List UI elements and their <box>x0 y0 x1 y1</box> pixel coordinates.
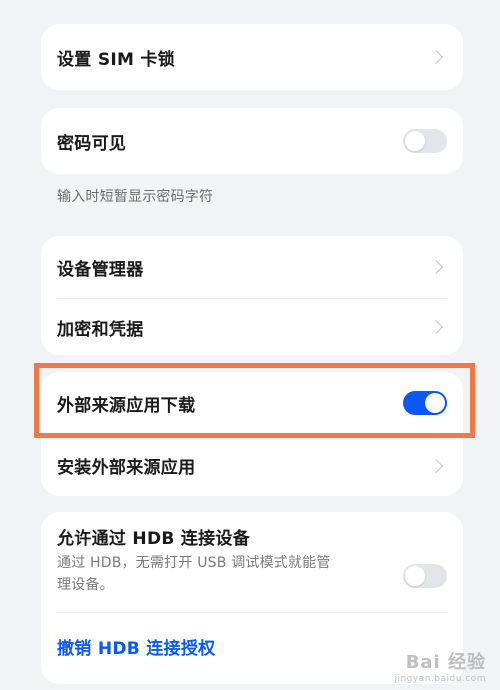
chevron-right-icon <box>428 259 444 275</box>
encryption-label: 加密和凭据 <box>57 319 144 340</box>
device-manager-label: 设备管理器 <box>57 259 144 280</box>
chevron-right-icon <box>428 319 444 335</box>
external-download-toggle[interactable] <box>403 391 447 415</box>
hdb-toggle[interactable] <box>403 564 447 588</box>
watermark: Bai 经验 jingyan.baidu.com <box>394 648 486 684</box>
hdb-row: 允许通过 HDB 连接设备 通过 HDB，无需打开 USB 调试模式就能管 理设… <box>57 526 447 614</box>
security-card: 设备管理器 加密和凭据 <box>41 236 463 355</box>
settings-page: 设置 SIM 卡锁 密码可见 输入时短暂显示密码字符 设备管理器 加密和凭据 外… <box>0 0 500 690</box>
hdb-label: 允许通过 HDB 连接设备 <box>57 529 251 549</box>
install-external-label: 安装外部来源应用 <box>57 458 196 478</box>
external-download-row: 外部来源应用下载 <box>41 372 463 434</box>
toggle-knob <box>425 393 445 413</box>
watermark-title: Bai 经验 <box>405 652 486 673</box>
sim-lock-card: 设置 SIM 卡锁 <box>41 24 463 90</box>
watermark-url: jingyan.baidu.com <box>394 674 486 684</box>
install-external-row[interactable]: 安装外部来源应用 <box>41 435 463 496</box>
password-visible-card: 密码可见 <box>41 108 463 174</box>
sim-lock-row[interactable]: 设置 SIM 卡锁 <box>41 24 463 90</box>
toggle-knob <box>405 131 425 151</box>
chevron-right-icon <box>428 458 444 473</box>
external-sources-card: 外部来源应用下载 安装外部来源应用 <box>41 372 463 496</box>
hdb-description-line2: 理设备。 <box>57 577 114 593</box>
chevron-right-icon <box>428 49 444 65</box>
external-download-label: 外部来源应用下载 <box>57 395 196 416</box>
password-visible-row: 密码可见 <box>41 108 463 174</box>
device-manager-row[interactable]: 设备管理器 <box>41 236 463 298</box>
password-visible-hint: 输入时短暂显示密码字符 <box>57 189 214 205</box>
password-visible-toggle[interactable] <box>403 129 447 153</box>
hdb-description-line1: 通过 HDB，无需打开 USB 调试模式就能管 <box>57 555 331 571</box>
encryption-row[interactable]: 加密和凭据 <box>41 299 463 355</box>
hdb-revoke-link[interactable]: 撤销 HDB 连接授权 <box>57 634 215 659</box>
toggle-knob <box>405 566 425 586</box>
sim-lock-label: 设置 SIM 卡锁 <box>57 49 176 70</box>
password-visible-label: 密码可见 <box>57 133 127 154</box>
